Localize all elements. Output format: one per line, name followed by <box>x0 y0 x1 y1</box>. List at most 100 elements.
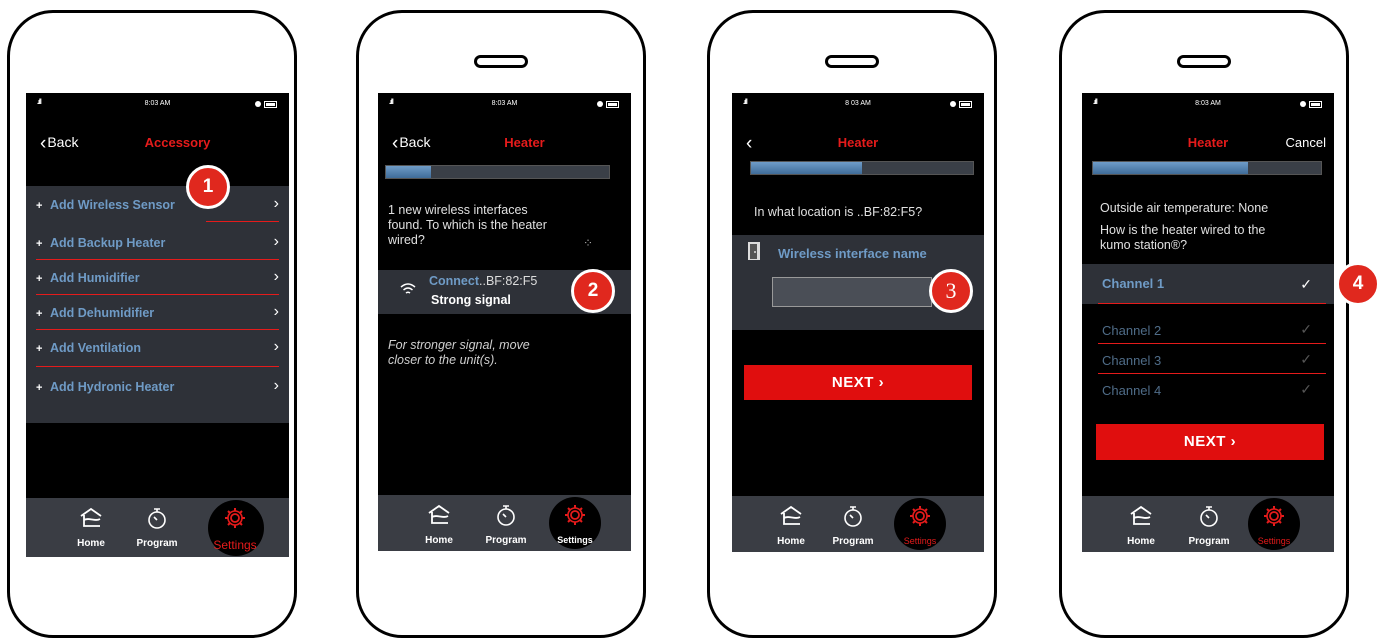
alarm-icon <box>255 101 261 107</box>
gear-icon <box>540 503 610 527</box>
speaker-slot <box>474 55 528 68</box>
channel-row[interactable]: Channel 3 ✓ <box>1082 348 1334 374</box>
phone-frame-2: .ıll 8:03 AM ‹Back Heater 1 new wireless… <box>356 10 646 638</box>
channel-row-selected[interactable]: Channel 1 ✓ <box>1082 264 1334 304</box>
list-item-dehumidifier[interactable]: + Add Dehumidifier › <box>36 303 279 324</box>
divider <box>1098 343 1326 344</box>
list-item-wireless-sensor[interactable]: + Add Wireless Sensor › <box>36 195 279 216</box>
wifi-icon <box>400 282 416 301</box>
plus-icon: + <box>36 343 43 355</box>
channel-row[interactable]: Channel 2 ✓ <box>1082 318 1334 344</box>
tab-settings[interactable]: Settings <box>1239 496 1309 552</box>
progress-bar <box>385 165 610 179</box>
home-icon <box>1106 504 1176 526</box>
plus-icon: + <box>36 200 43 212</box>
gear-icon <box>200 506 270 530</box>
status-bar: .ıll 8:03 AM <box>378 99 631 111</box>
battery-icon <box>1309 101 1322 108</box>
progress-fill <box>386 166 431 178</box>
tab-bar: Home Program Settings <box>378 495 631 551</box>
loading-spinner-icon: ⁘ <box>583 236 594 250</box>
chevron-right-icon: › <box>273 338 279 355</box>
chevron-left-icon: ‹ <box>392 133 399 154</box>
interface-name-input[interactable] <box>772 277 932 307</box>
divider <box>206 221 279 222</box>
stopwatch-icon <box>818 504 888 528</box>
divider <box>36 329 279 330</box>
location-prompt: In what location is ..BF:82:F5? <box>754 205 923 219</box>
divider <box>36 294 279 295</box>
signal-strength-label: Strong signal <box>431 293 511 307</box>
tab-settings[interactable]: Settings <box>540 495 610 551</box>
next-button[interactable]: NEXT › <box>744 365 972 400</box>
list-item-hydronic-heater[interactable]: + Add Hydronic Heater › <box>36 377 279 398</box>
stopwatch-icon <box>1174 504 1244 528</box>
tab-bar: Home Program Settings <box>26 498 289 557</box>
wiring-prompt: How is the heater wired to the kumo stat… <box>1100 223 1266 252</box>
tab-bar: Home Program Settings <box>1082 496 1334 552</box>
tab-program[interactable]: Program <box>1174 496 1244 552</box>
tab-home[interactable]: Home <box>56 498 126 557</box>
stopwatch-icon <box>471 503 541 527</box>
tab-home[interactable]: Home <box>756 496 826 552</box>
list-item-ventilation[interactable]: + Add Ventilation › <box>36 338 279 359</box>
clock: 8:03 AM <box>144 100 171 107</box>
interface-id: ..BF:82:F5 <box>479 274 538 288</box>
phone-frame-4: .ıll 8:03 AM Heater Cancel Outside air t… <box>1059 10 1378 638</box>
step-badge-1: 1 <box>186 165 230 209</box>
plus-icon: + <box>36 382 43 394</box>
progress-fill <box>1093 162 1249 174</box>
list-item-backup-heater[interactable]: + Add Backup Heater › <box>36 233 279 254</box>
phone-frame-1: .ıll 8:03 AM ‹Back Accessory + Add Wirele… <box>7 10 297 638</box>
progress-bar <box>1092 161 1322 175</box>
status-bar: .ıll 8:03 AM <box>26 99 289 111</box>
alarm-icon <box>1300 101 1306 107</box>
home-icon <box>756 504 826 526</box>
gear-icon <box>885 504 955 528</box>
tab-home[interactable]: Home <box>1106 496 1176 552</box>
screen-heater-discover: .ıll 8:03 AM ‹Back Heater 1 new wireless… <box>378 93 631 551</box>
status-bar: .ıll 8 03 AM <box>732 99 984 111</box>
speaker-slot <box>825 55 879 68</box>
tab-settings[interactable]: Settings <box>200 498 270 557</box>
chevron-right-icon: › <box>273 268 279 285</box>
chevron-right-icon: › <box>878 374 885 391</box>
tab-home[interactable]: Home <box>404 495 474 551</box>
page-title: Heater <box>837 135 879 150</box>
chevron-right-icon: › <box>273 233 279 250</box>
check-icon: ✓ <box>1300 276 1312 292</box>
divider <box>1098 373 1326 374</box>
cancel-button[interactable]: Cancel <box>1286 135 1326 150</box>
list-item-humidifier[interactable]: + Add Humidifier › <box>36 268 279 289</box>
check-icon: ✓ <box>1300 321 1312 337</box>
accessory-list: + Add Wireless Sensor › + Add Backup Heater… <box>26 186 289 423</box>
channel-row[interactable]: Channel 4 ✓ <box>1082 378 1334 404</box>
step-badge-4: 4 <box>1336 262 1378 306</box>
next-button[interactable]: NEXT › <box>1096 424 1324 460</box>
tab-program[interactable]: Program <box>471 495 541 551</box>
progress-bar <box>750 161 974 175</box>
battery-icon <box>264 101 277 108</box>
connect-link[interactable]: Connect..BF:82:F5 <box>429 274 537 288</box>
battery-icon <box>959 101 972 108</box>
tab-settings[interactable]: Settings <box>885 496 955 552</box>
channel-label: Channel 1 <box>1102 276 1165 291</box>
screen-heater-location: .ıll 8 03 AM ‹ Heater In what location i… <box>732 93 984 552</box>
chevron-left-icon: ‹ <box>40 133 47 154</box>
divider <box>1098 303 1326 304</box>
clock: 8 03 AM <box>845 100 871 107</box>
status-bar: .ıll 8:03 AM <box>1082 99 1334 111</box>
plus-icon: + <box>36 273 43 285</box>
alarm-icon <box>950 101 956 107</box>
tab-program[interactable]: Program <box>818 496 888 552</box>
step-badge-3: 3 <box>929 269 973 313</box>
chevron-right-icon: › <box>273 303 279 320</box>
phone-frame-3: .ıll 8 03 AM ‹ Heater In what location i… <box>707 10 997 638</box>
home-icon <box>404 503 474 525</box>
tab-program[interactable]: Program <box>122 498 192 557</box>
field-label: Wireless interface name <box>778 246 927 261</box>
clock: 8:03 AM <box>491 100 518 107</box>
screen-heater-wiring: .ıll 8:03 AM Heater Cancel Outside air t… <box>1082 93 1334 552</box>
plus-icon: + <box>36 308 43 320</box>
page-title: Heater <box>504 135 545 150</box>
